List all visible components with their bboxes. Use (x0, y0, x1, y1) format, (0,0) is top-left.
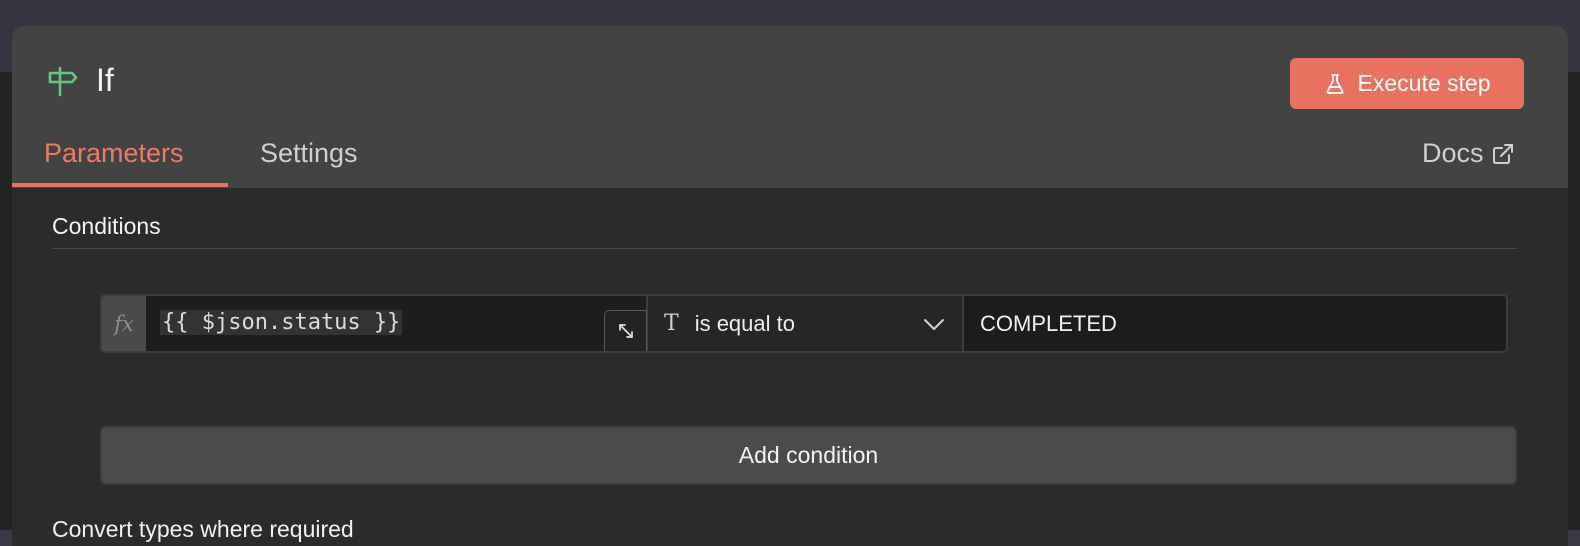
docs-label: Docs (1422, 138, 1484, 168)
signpost-icon (48, 66, 78, 97)
panel-header: If Execute step Parameters Settings Docs (12, 26, 1568, 188)
condition-row: fx {{ $json.status }} T is equal to COMP… (100, 294, 1508, 353)
docs-link[interactable]: Docs (1422, 138, 1514, 169)
external-link-icon (1492, 143, 1513, 164)
backdrop-left (0, 72, 12, 530)
backdrop-right (1568, 72, 1580, 530)
tab-parameters[interactable]: Parameters (44, 138, 184, 169)
node-panel: If Execute step Parameters Settings Docs… (12, 26, 1568, 546)
execute-step-label: Execute step (1357, 70, 1491, 96)
expression-text: {{ $json.status }} (160, 310, 403, 335)
operator-label: is equal to (694, 310, 795, 336)
conditions-heading: Conditions (52, 213, 161, 239)
chevron-down-icon (924, 318, 944, 330)
active-tab-indicator (12, 183, 228, 187)
flask-icon (1326, 73, 1344, 94)
condition-left-value-input[interactable]: {{ $json.status }} (146, 296, 648, 351)
tab-settings[interactable]: Settings (260, 138, 358, 169)
expand-icon (618, 324, 633, 338)
add-condition-button[interactable]: Add condition (100, 426, 1517, 485)
execute-step-button[interactable]: Execute step (1290, 58, 1524, 109)
fx-expression-icon: fx (102, 296, 146, 351)
operator-select[interactable]: T is equal to (648, 296, 964, 351)
condition-right-value-input[interactable]: COMPLETED (964, 296, 1506, 351)
node-title: If (96, 62, 114, 98)
expand-expression-button[interactable] (604, 310, 647, 351)
type-string-icon: T (664, 311, 679, 336)
section-divider (52, 248, 1517, 249)
